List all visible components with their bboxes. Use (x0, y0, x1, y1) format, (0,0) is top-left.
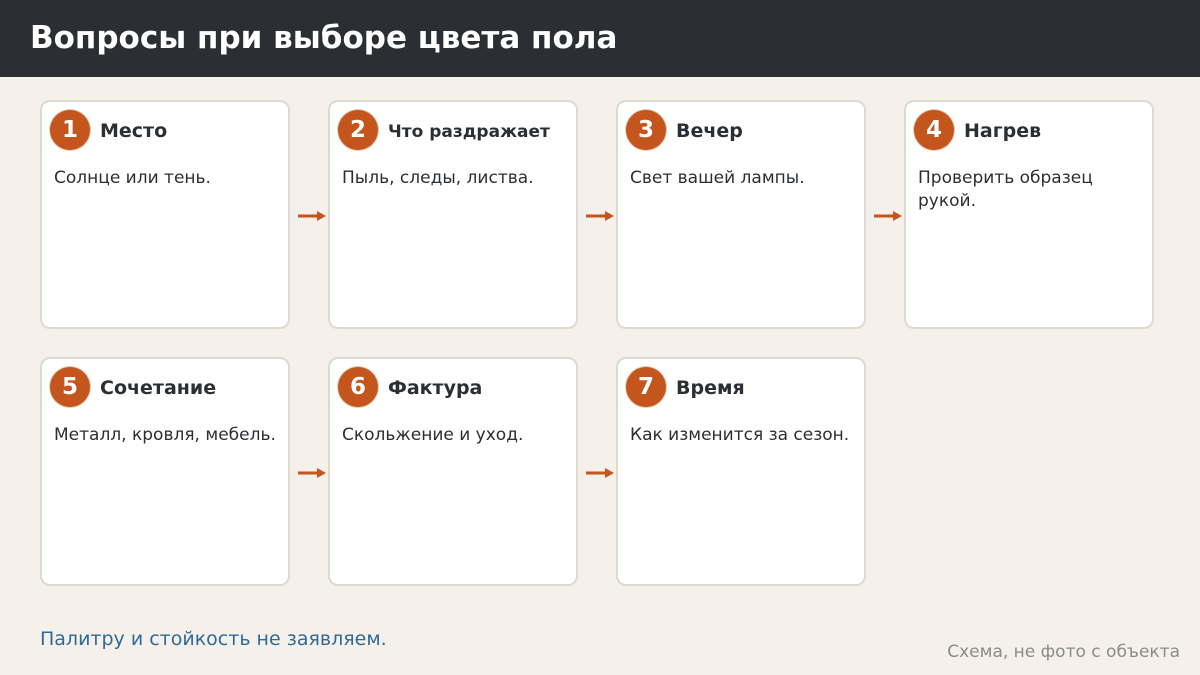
step-card-2: 2 Что раздражает Пыль, следы, листва. (328, 100, 578, 329)
arrow-right-icon (298, 468, 326, 478)
step-card-1: 1 Место Солнце или тень. (40, 100, 290, 329)
step-text: Солнце или тень. (54, 168, 211, 188)
disclaimer-note: Палитру и стойкость не заявляем. (40, 628, 387, 650)
step-number-badge: 5 (50, 367, 90, 407)
step-title: Место (100, 120, 168, 142)
step-number-badge: 3 (626, 110, 666, 150)
step-card-3: 3 Вечер Свет вашей лампы. (616, 100, 866, 329)
step-text: Скольжение и уход. (342, 425, 524, 445)
step-card-6: 6 Фактура Скольжение и уход. (328, 357, 578, 586)
step-card-4: 4 Нагрев Проверить образец рукой. (904, 100, 1154, 329)
step-text: Свет вашей лампы. (630, 168, 805, 188)
step-text: Проверить образец рукой. (918, 168, 1093, 211)
step-card-5: 5 Сочетание Металл, кровля, мебель. (40, 357, 290, 586)
step-title: Сочетание (100, 377, 217, 399)
step-title: Что раздражает (388, 122, 550, 142)
arrow-right-icon (586, 468, 614, 478)
step-title: Нагрев (964, 120, 1042, 142)
header-bar: Вопросы при выборе цвета пола (0, 0, 1200, 77)
step-title: Время (676, 377, 745, 399)
step-title: Фактура (388, 377, 483, 399)
arrow-right-icon (298, 211, 326, 221)
step-text: Как изменится за сезон. (630, 425, 850, 445)
step-text: Пыль, следы, листва. (342, 168, 534, 188)
image-caption: Схема, не фото с объекта (947, 642, 1180, 662)
step-number-badge: 2 (338, 110, 378, 150)
step-number-badge: 7 (626, 367, 666, 407)
arrow-right-icon (874, 211, 902, 221)
page-title: Вопросы при выборе цвета пола (30, 20, 618, 56)
step-number-badge: 1 (50, 110, 90, 150)
step-title: Вечер (676, 120, 743, 142)
step-number-badge: 4 (914, 110, 954, 150)
step-number-badge: 6 (338, 367, 378, 407)
arrow-right-icon (586, 211, 614, 221)
step-card-7: 7 Время Как изменится за сезон. (616, 357, 866, 586)
step-text: Металл, кровля, мебель. (54, 425, 276, 445)
